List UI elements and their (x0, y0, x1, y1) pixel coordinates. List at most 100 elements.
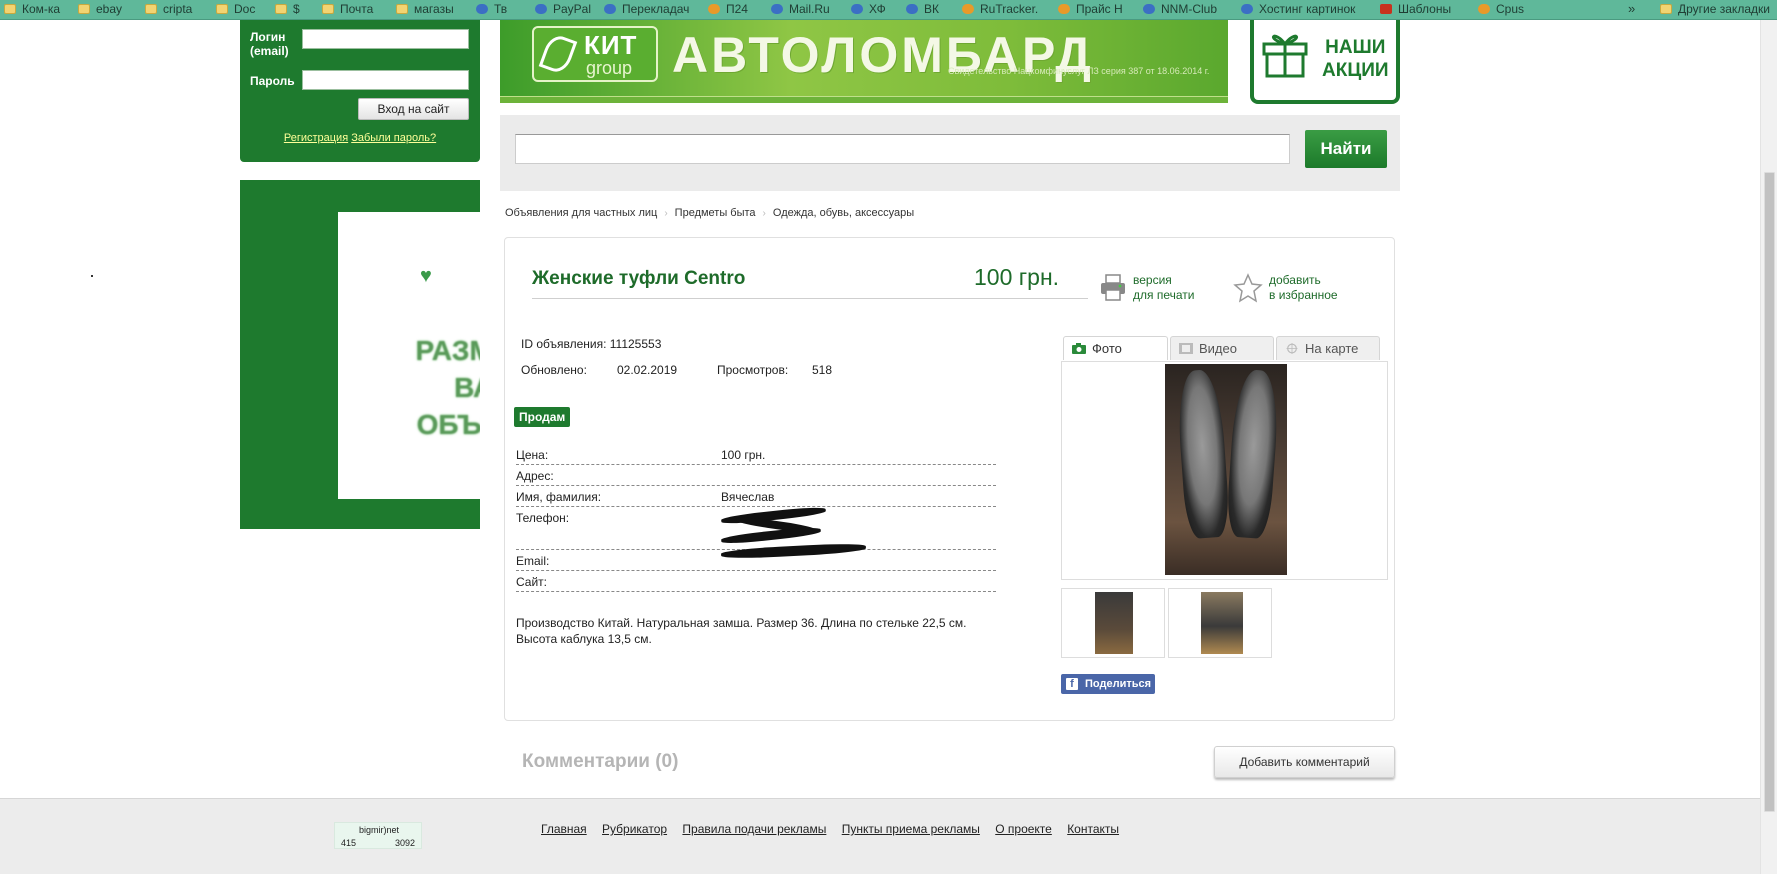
scrollbar-thumb[interactable] (1764, 172, 1775, 812)
breadcrumb-separator: › (762, 208, 766, 219)
footer-link-contacts[interactable]: Контакты (1067, 822, 1119, 836)
footer-link-rubricator[interactable]: Рубрикатор (602, 822, 667, 836)
twitter-icon (476, 4, 488, 14)
kit-group-logo: КИТ group (532, 26, 658, 82)
tab-video[interactable]: Видео (1170, 336, 1274, 360)
bookmark-item[interactable]: Mail.Ru (771, 0, 830, 18)
bookmark-item[interactable]: ВК (906, 0, 939, 18)
folder-icon (145, 4, 157, 14)
breadcrumb-item[interactable]: Одежда, обувь, аксессуары (773, 207, 914, 219)
detail-row-address: Адрес: (516, 465, 996, 486)
detail-row-phone: Телефон: (516, 505, 996, 550)
breadcrumb-item[interactable]: Предметы быта (675, 207, 756, 219)
pin-icon (1058, 4, 1070, 14)
bookmark-item[interactable]: ebay (78, 0, 122, 18)
detail-row-site: Сайт: (516, 571, 996, 592)
shoes-photo (1165, 364, 1287, 575)
bookmark-item[interactable]: Перекладач (604, 0, 689, 18)
gift-icon (1262, 34, 1308, 78)
bookmark-item[interactable]: Ком-ка (4, 0, 60, 18)
password-input[interactable] (302, 70, 469, 90)
folder-icon (4, 4, 16, 14)
folder-icon (1660, 4, 1672, 14)
paypal-icon (535, 4, 547, 14)
folder-icon (78, 4, 90, 14)
translate-icon (604, 4, 616, 14)
bookmark-item[interactable]: NNM-Club (1143, 0, 1217, 18)
login-box: Логин (email) Пароль Вход на сайт Регист… (240, 20, 480, 162)
bookmark-item[interactable]: RuTracker. (962, 0, 1038, 18)
bookmark-item[interactable]: PayPal (535, 0, 591, 18)
bookmark-item[interactable]: Тв (476, 0, 507, 18)
register-link[interactable]: Регистрация (284, 132, 348, 144)
search-input[interactable] (515, 134, 1290, 164)
bookmarks-bar: Ком-ка ebay cripta Doc $ Почта магазы Тв… (0, 0, 1777, 20)
printer-icon (1101, 274, 1125, 301)
footer-link-about[interactable]: О проекте (995, 822, 1052, 836)
promotions-button[interactable]: НАШИ АКЦИИ (1250, 20, 1400, 104)
bookmark-item[interactable]: cripta (145, 0, 192, 18)
rutracker-icon (962, 4, 974, 14)
other-bookmarks[interactable]: Другие закладки (1660, 0, 1770, 18)
film-icon (1179, 343, 1193, 354)
star-icon (1233, 273, 1263, 303)
breadcrumb-item[interactable]: Объявления для частных лиц (505, 207, 657, 219)
ad-description: Производство Китай. Натуральная замша. Р… (516, 616, 967, 646)
facebook-share-button[interactable]: f Поделиться (1061, 674, 1155, 694)
bookmark-item[interactable]: ХФ (851, 0, 886, 18)
crosshair-icon (1286, 343, 1298, 354)
nnm-icon (1143, 4, 1155, 14)
footer-link-home[interactable]: Главная (541, 822, 587, 836)
views-count: 518 (812, 363, 833, 377)
left-ad-banner[interactable]: ♥ РАЗМЕЩ ВАШЕ ОБЪЯВЛ (240, 180, 480, 529)
bookmark-item[interactable]: Шаблоны (1380, 0, 1451, 18)
top-banner-ad[interactable]: КИТ group АВТОЛОМБАРД Свидетельство Нацк… (500, 20, 1228, 103)
ad-card: Женские туфли Centro 100 грн. версия для … (504, 237, 1395, 721)
bigmir-counter[interactable]: bigmir)net 415 3092 (334, 822, 422, 849)
bookmark-item[interactable]: Cpus (1478, 0, 1524, 18)
footer-link-points[interactable]: Пункты приема рекламы (842, 822, 980, 836)
login-button[interactable]: Вход на сайт (358, 98, 469, 120)
forgot-password-link[interactable]: Забыли пароль? (351, 132, 436, 144)
shoe-left (1175, 368, 1231, 540)
left-ad-text: РАЗМЕЩ ВАШЕ ОБЪЯВЛ (415, 335, 480, 440)
search-bar: Найти (500, 115, 1400, 191)
cpu-icon (1478, 4, 1490, 14)
ad-title: Женские туфли Centro (532, 268, 746, 289)
footer (0, 798, 1760, 874)
bookmark-item[interactable]: магазы (396, 0, 454, 18)
detail-row-name: Имя, фамилия: Вячеслав (516, 486, 996, 507)
login-input[interactable] (302, 29, 469, 49)
bookmark-item[interactable]: $ (275, 0, 300, 18)
ad-id: ID объявления: 11125553 (521, 337, 662, 351)
add-comment-button[interactable]: Добавить комментарий (1214, 746, 1395, 778)
detail-row-price: Цена: 100 грн. (516, 444, 996, 465)
ad-type-badge: Продам (514, 407, 571, 427)
add-to-favorites-link[interactable]: добавить в избранное (1233, 273, 1338, 303)
folder-icon (396, 4, 408, 14)
folder-icon (275, 4, 287, 14)
bookmark-item[interactable]: Почта (322, 0, 373, 18)
heart-icon: ♥ (420, 265, 432, 287)
bookmarks-overflow-chevron[interactable]: » (1628, 1, 1635, 16)
stray-dot (91, 275, 93, 277)
search-button[interactable]: Найти (1305, 130, 1387, 168)
bookmark-item[interactable]: Прайс Н (1058, 0, 1123, 18)
scrollbar[interactable] (1760, 20, 1777, 874)
bookmark-item[interactable]: Хостинг картинок (1241, 0, 1355, 18)
breadcrumb-separator: › (664, 208, 668, 219)
facebook-icon: f (1066, 678, 1078, 690)
tab-map[interactable]: На карте (1276, 336, 1380, 360)
bookmark-item[interactable]: П24 (708, 0, 748, 18)
views-label: Просмотров: (717, 363, 789, 377)
footer-link-rules[interactable]: Правила подачи рекламы (682, 822, 826, 836)
tab-photo[interactable]: Фото (1063, 336, 1168, 360)
ad-details-table: Цена: 100 грн. Адрес: Имя, фамилия: Вячесл… (516, 444, 996, 592)
photo-thumbnail[interactable] (1168, 588, 1272, 658)
print-version-link[interactable]: версия для печати (1099, 273, 1194, 303)
login-links: Регистрация Забыли пароль? (240, 132, 480, 144)
folder-icon (322, 4, 334, 14)
photo-thumbnail[interactable] (1061, 588, 1165, 658)
main-photo[interactable] (1061, 361, 1388, 580)
bookmark-item[interactable]: Doc (216, 0, 255, 18)
